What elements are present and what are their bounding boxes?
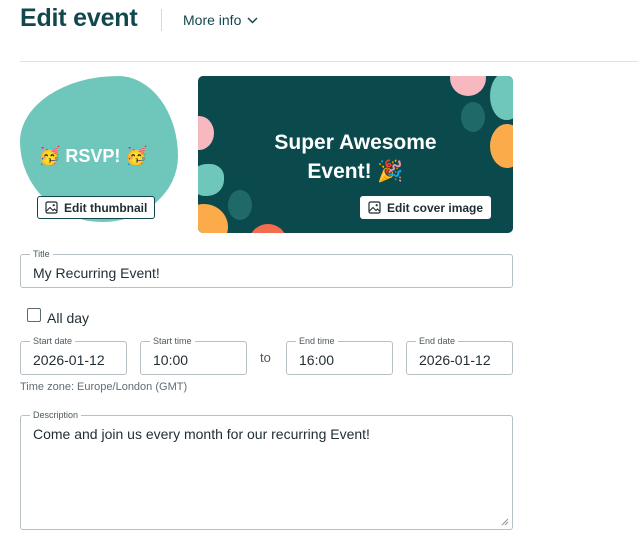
start-date-label: Start date [30,335,76,347]
decor-shape [250,224,286,233]
event-thumbnail: 🥳 RSVP! 🥳 Edit thumbnail [20,76,180,226]
decor-shape [490,76,513,120]
resize-handle-icon[interactable] [501,518,509,526]
title-field[interactable]: Title My Recurring Event! [20,248,513,288]
title-divider [161,9,162,31]
title-field-label: Title [30,248,53,260]
chevron-down-icon [247,16,258,24]
end-date-value: 2026-01-12 [419,352,491,368]
end-time-field[interactable]: End time 16:00 [286,335,393,375]
more-info-label: More info [183,12,242,28]
cover-image: Super Awesome Event! 🎉 Edit cover image [198,76,513,233]
timezone-text: Time zone: Europe/London (GMT) [20,381,188,393]
description-value: Come and join us every month for our rec… [33,426,370,442]
description-label: Description [30,409,82,421]
title-field-value: My Recurring Event! [33,265,160,281]
cover-title: Super Awesome Event! 🎉 [198,128,513,186]
image-icon [368,201,381,214]
edit-cover-image-label: Edit cover image [387,200,484,215]
end-time-value: 16:00 [299,352,335,368]
cover-title-line-2: Event! 🎉 [307,160,404,183]
decor-shape [228,190,252,220]
all-day-label: All day [47,310,90,326]
start-time-value: 10:00 [153,352,189,368]
end-time-label: End time [296,335,338,347]
header-divider [20,61,638,62]
description-field[interactable]: Description Come and join us every month… [20,409,513,530]
start-date-value: 2026-01-12 [33,352,105,368]
edit-cover-image-button[interactable]: Edit cover image [360,196,492,219]
end-date-label: End date [416,335,459,347]
all-day-checkbox[interactable] [27,308,41,322]
decor-shape [450,76,486,96]
start-time-field[interactable]: Start time 10:00 [140,335,247,375]
decor-shape [198,204,228,233]
edit-thumbnail-button[interactable]: Edit thumbnail [37,196,156,219]
to-label: to [260,350,271,365]
start-date-field[interactable]: Start date 2026-01-12 [20,335,127,375]
edit-thumbnail-label: Edit thumbnail [64,200,148,215]
thumbnail-text: 🥳 RSVP! 🥳 [38,146,148,166]
cover-title-line-1: Super Awesome [274,131,437,154]
start-time-label: Start time [150,335,195,347]
page-title: Edit event [20,4,138,32]
more-info-button[interactable]: More info [183,12,258,28]
end-date-field[interactable]: End date 2026-01-12 [406,335,513,375]
image-icon [45,201,58,214]
